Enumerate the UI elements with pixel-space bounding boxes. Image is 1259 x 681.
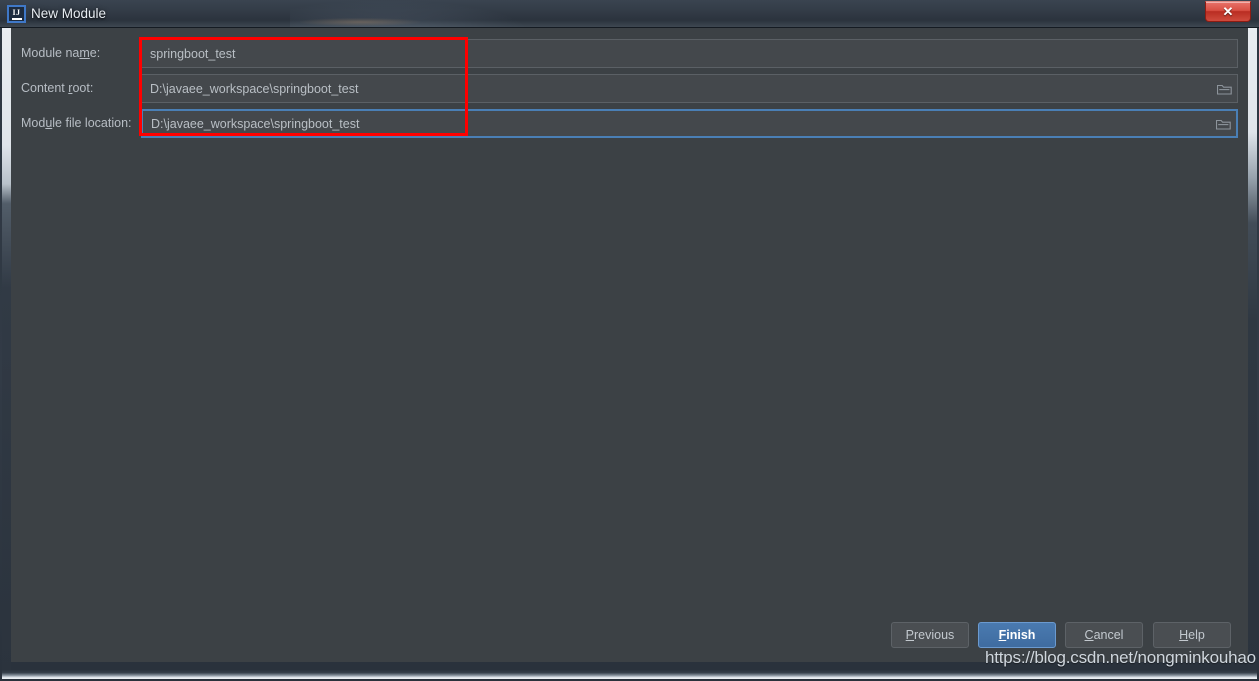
finish-button[interactable]: Finish (978, 622, 1056, 648)
window-frame-bottom-edge (2, 670, 1257, 679)
module-name-label: Module name: (21, 46, 101, 60)
titlebar-glow-decoration-secondary (300, 18, 420, 26)
form-row-content-root: Content root: D:\javaee_workspace\spring… (11, 74, 1248, 103)
app-icon-underbar (11, 17, 22, 20)
dialog-content-panel: Module name: springboot_test Content roo… (11, 28, 1248, 662)
content-root-value: D:\javaee_workspace\springboot_test (150, 81, 359, 96)
new-module-dialog-window: IJ New Module ✕ Module name: springboot_… (0, 0, 1259, 681)
cancel-button[interactable]: Cancel (1065, 622, 1143, 648)
module-file-location-label: Module file location: (21, 116, 132, 130)
module-file-location-input[interactable]: D:\javaee_workspace\springboot_test (141, 109, 1238, 138)
window-titlebar[interactable]: IJ New Module ✕ (0, 0, 1259, 28)
close-icon: ✕ (1222, 4, 1234, 19)
close-button[interactable]: ✕ (1205, 1, 1251, 22)
folder-browse-icon[interactable] (1211, 74, 1237, 103)
previous-button[interactable]: Previous (891, 622, 969, 648)
window-frame-left-edge (2, 28, 11, 678)
module-file-location-value: D:\javaee_workspace\springboot_test (151, 116, 360, 131)
titlebar-glow-decoration (290, 0, 530, 27)
window-title: New Module (31, 6, 107, 21)
app-icon-label: IJ (12, 7, 21, 17)
window-frame-right-edge (1248, 28, 1257, 678)
intellij-idea-icon: IJ (7, 5, 26, 23)
help-button[interactable]: Help (1153, 622, 1231, 648)
content-root-label: Content root: (21, 81, 94, 95)
module-name-value: springboot_test (150, 46, 236, 61)
form-row-module-name: Module name: springboot_test (11, 39, 1248, 68)
watermark-text: https://blog.csdn.net/nongminkouhao (985, 648, 1256, 667)
module-name-input[interactable]: springboot_test (141, 39, 1238, 68)
folder-browse-icon[interactable] (1210, 109, 1236, 138)
form-row-module-file-location: Module file location: D:\javaee_workspac… (11, 109, 1248, 138)
content-root-input[interactable]: D:\javaee_workspace\springboot_test (141, 74, 1238, 103)
